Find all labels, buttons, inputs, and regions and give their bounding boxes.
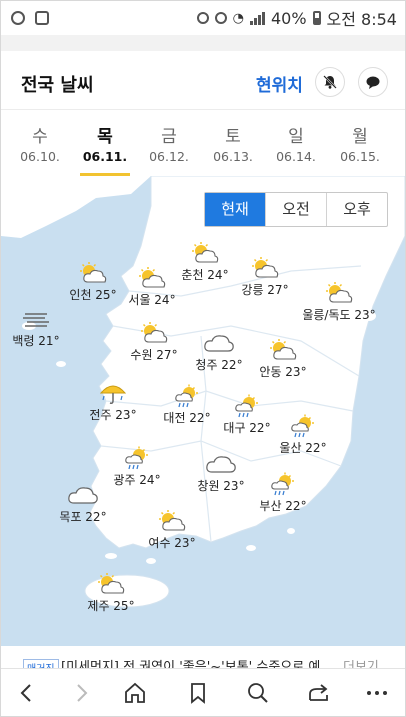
partly-cloudy-icon <box>80 262 107 283</box>
partly-cloudy-icon <box>252 257 279 278</box>
day-selector: 수 06.10. 목 06.11. 금 06.12. 토 06.13. 일 06.14. … <box>1 109 405 177</box>
city-marker[interactable]: 목포 22° <box>43 483 123 525</box>
city-marker[interactable]: 여수 23° <box>132 509 212 551</box>
sun-rain-icon <box>175 384 198 408</box>
partly-cloudy-icon <box>139 267 166 288</box>
gallery-notification-icon <box>35 11 49 25</box>
city-marker[interactable]: 울릉/독도 23° <box>299 281 379 323</box>
news-headline[interactable]: [미세먼지] 전 권역이 '좋음'~'보통' 수준으로 예 <box>61 656 320 668</box>
day-tab-5[interactable]: 월 06.15. <box>331 122 389 164</box>
page-header: 전국 날씨 현위치 <box>1 51 405 109</box>
partly-cloudy-icon <box>159 510 186 531</box>
city-marker[interactable]: 부산 22° <box>243 472 323 514</box>
city-temp-label: 울산 22° <box>279 441 327 455</box>
home-icon[interactable] <box>121 679 149 707</box>
news-tag: 매거진 <box>23 659 59 668</box>
wifi-icon: ◔ <box>232 10 244 26</box>
signal-icon <box>249 11 265 25</box>
city-temp-label: 서울 24° <box>128 293 176 307</box>
cloudy-icon <box>204 335 234 352</box>
news-more-link[interactable]: 더보기 <box>343 656 379 668</box>
city-temp-label: 안동 23° <box>259 365 307 379</box>
news-ticker[interactable]: 매거진 [미세먼지] 전 권역이 '좋음'~'보통' 수준으로 예 더보기 <box>1 646 405 668</box>
time-toggle-afternoon[interactable]: 오후 <box>326 193 387 226</box>
alarm-icon <box>214 12 227 24</box>
day-tab-0[interactable]: 수 06.10. <box>11 122 69 164</box>
chat-icon[interactable] <box>358 67 388 97</box>
status-bar: ◔ 40% 오전 8:54 <box>1 1 405 35</box>
share-icon[interactable] <box>305 679 333 707</box>
app-notification-icon <box>11 11 25 25</box>
partly-cloudy-icon <box>270 339 297 360</box>
city-temp-label: 강릉 27° <box>241 283 289 297</box>
city-temp-label: 제주 25° <box>87 599 135 613</box>
partly-cloudy-icon <box>326 282 353 303</box>
city-marker[interactable]: 전주 23° <box>73 381 153 423</box>
city-marker[interactable]: 제주 25° <box>71 572 151 614</box>
umbrella-rain-icon <box>99 385 127 404</box>
cloudy-icon <box>206 456 236 473</box>
battery-percent: 40% <box>270 8 307 28</box>
city-marker[interactable]: 울산 22° <box>263 414 343 456</box>
city-temp-label: 목포 22° <box>59 510 107 524</box>
city-temp-label: 울릉/독도 23° <box>302 308 376 322</box>
bottom-navigation <box>1 668 405 716</box>
city-temp-label: 여수 23° <box>148 536 196 550</box>
city-temp-label: 백령 21° <box>12 334 60 348</box>
clock: 오전 8:54 <box>326 10 397 29</box>
page-title: 전국 날씨 <box>21 75 94 96</box>
more-icon[interactable] <box>363 679 391 707</box>
haze-icon <box>23 313 49 327</box>
sun-rain-icon <box>125 446 148 470</box>
time-toggle: 현재 오전 오후 <box>204 192 388 227</box>
city-marker[interactable]: 안동 23° <box>243 338 323 380</box>
city-temp-label: 전주 23° <box>89 408 137 422</box>
top-strip <box>1 35 405 52</box>
day-tab-2[interactable]: 금 06.12. <box>140 122 198 164</box>
current-location-button[interactable]: 현위치 <box>256 71 303 96</box>
partly-cloudy-icon <box>141 322 168 343</box>
sun-rain-icon <box>235 394 258 418</box>
day-tab-1[interactable]: 목 06.11. <box>76 122 134 176</box>
sun-rain-icon <box>291 414 314 438</box>
recycle-icon <box>196 12 209 24</box>
partly-cloudy-icon <box>192 242 219 263</box>
city-marker[interactable]: 광주 24° <box>97 446 177 488</box>
weather-map: 현재 오전 오후 인천 25° 서울 24° 춘천 24° 강릉 27° 울릉/독도 2… <box>1 176 405 646</box>
sun-rain-icon <box>271 472 294 496</box>
time-toggle-now[interactable]: 현재 <box>205 193 265 226</box>
cloudy-icon <box>68 487 98 504</box>
forward-icon[interactable] <box>67 679 95 707</box>
day-tab-3[interactable]: 토 06.13. <box>204 122 262 164</box>
battery-icon <box>312 11 321 25</box>
time-toggle-morning[interactable]: 오전 <box>265 193 326 226</box>
day-tab-4[interactable]: 일 06.14. <box>267 122 325 164</box>
city-marker[interactable]: 백령 21° <box>1 307 76 349</box>
weather-app-screen: ◔ 40% 오전 8:54 전국 날씨 현위치 수 06.10. 목 06.11. … <box>0 0 406 717</box>
partly-cloudy-icon <box>98 573 125 594</box>
bell-off-icon[interactable] <box>315 67 345 97</box>
city-temp-label: 부산 22° <box>259 499 307 513</box>
bookmark-icon[interactable] <box>184 679 212 707</box>
search-icon[interactable] <box>244 679 272 707</box>
city-marker[interactable]: 강릉 27° <box>225 256 305 298</box>
back-icon[interactable] <box>13 679 41 707</box>
